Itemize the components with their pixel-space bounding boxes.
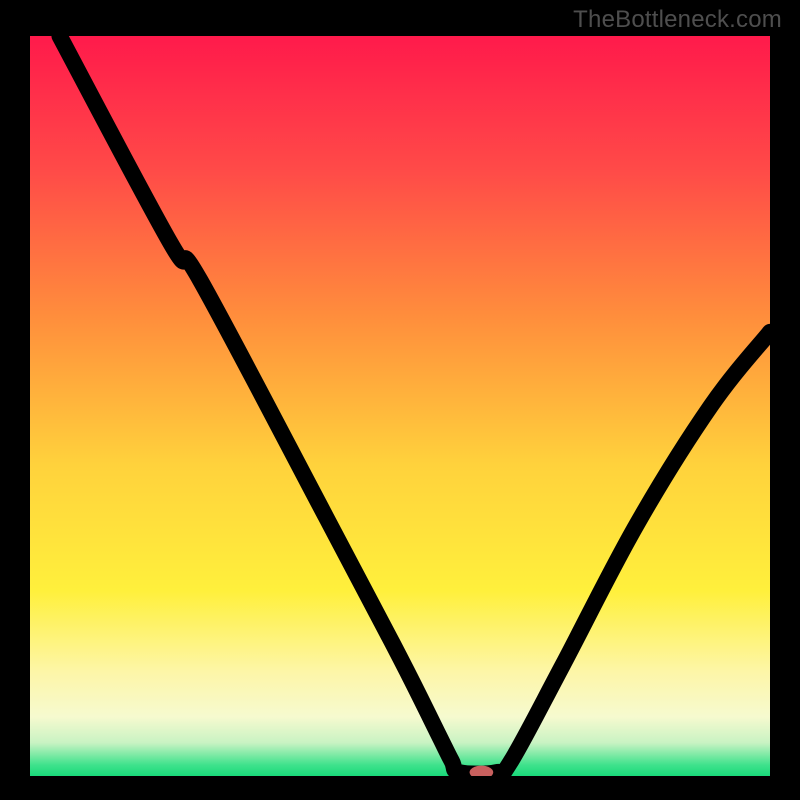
plot-area: [30, 36, 770, 776]
watermark-text: TheBottleneck.com: [573, 6, 782, 34]
chart-frame: TheBottleneck.com: [0, 0, 800, 800]
chart-svg: [30, 36, 770, 776]
